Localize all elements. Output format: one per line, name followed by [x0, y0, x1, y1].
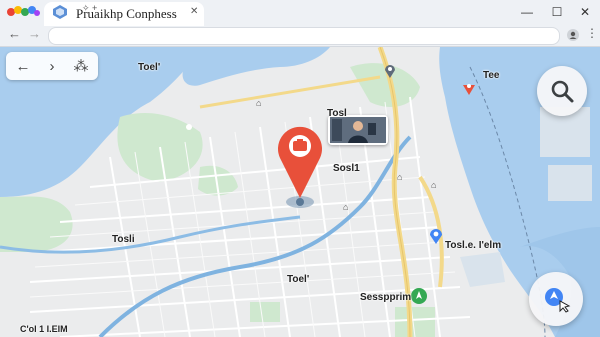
back-arrow-icon[interactable]: ← — [8, 26, 21, 41]
transit-icon: ⌂ — [256, 98, 262, 108]
map-label: Tosl.e. I'elm — [445, 240, 502, 251]
close-button[interactable]: ✕ — [574, 4, 596, 20]
map-label: Toel' — [138, 62, 161, 73]
tab-favicon-icon — [52, 4, 68, 25]
map-label: Toel' — [287, 274, 310, 285]
close-tab-icon[interactable]: ✕ — [190, 6, 198, 17]
transit-icon: ⌂ — [343, 202, 349, 212]
blue-poi-icon[interactable] — [429, 227, 443, 250]
forward-arrow-icon[interactable]: → — [28, 26, 41, 41]
tab-sparkle-icon[interactable]: ✧ + — [82, 3, 97, 14]
transit-icon: ⌂ — [431, 180, 437, 190]
app-logo-icon — [6, 4, 40, 25]
browser-chrome: Pruaikhp Conphess ✧ + ✕ — ☐ ✕ ← → ⋮ — [0, 0, 600, 47]
person-photo-icon — [330, 117, 386, 143]
browser-tab[interactable]: Pruaikhp Conphess — [44, 2, 204, 26]
map-label: Sosl1 — [333, 163, 360, 174]
map-share-button[interactable]: ⁂ — [74, 57, 89, 75]
map-navigation-controls: ← › ⁂ — [6, 52, 98, 80]
poi-marker-icon[interactable] — [384, 63, 396, 84]
map-forward-button[interactable]: › — [50, 58, 55, 75]
pin-marker-icon[interactable] — [463, 82, 475, 101]
green-poi-icon[interactable] — [410, 287, 428, 310]
map-label: Tosl — [327, 108, 347, 119]
maximize-button[interactable]: ☐ — [546, 4, 568, 20]
menu-icon[interactable]: ⋮ — [586, 26, 598, 40]
map-label: Tee — [483, 70, 500, 81]
map-label: Tosli — [112, 234, 135, 245]
search-icon — [551, 80, 574, 103]
map-back-button[interactable]: ← — [16, 58, 31, 75]
profile-icon[interactable] — [567, 28, 579, 46]
locate-button[interactable] — [529, 272, 583, 326]
search-button[interactable] — [537, 66, 587, 116]
map-label: Sesspprim — [360, 292, 412, 303]
location-pin[interactable] — [272, 120, 328, 215]
photo-marker[interactable] — [328, 115, 388, 145]
minimize-button[interactable]: — — [516, 4, 538, 20]
transit-icon: ⌂ — [397, 172, 403, 182]
location-arrow-icon — [545, 288, 571, 313]
address-bar[interactable] — [48, 27, 560, 45]
map-label: C'ol 1 I.ElM — [20, 324, 68, 334]
